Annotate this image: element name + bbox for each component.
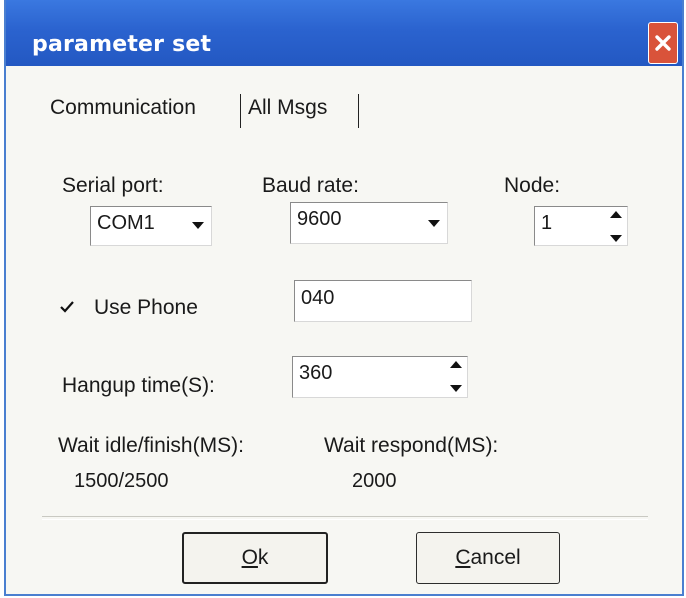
phone-number-input[interactable]: 040 bbox=[294, 280, 472, 322]
use-phone-label: Use Phone bbox=[94, 296, 198, 319]
separator bbox=[42, 516, 648, 520]
chevron-down-icon[interactable] bbox=[425, 213, 443, 235]
baud-rate-dropdown[interactable]: 9600 bbox=[290, 202, 448, 244]
close-button[interactable] bbox=[648, 22, 678, 64]
wait-respond-value: 2000 bbox=[352, 470, 397, 492]
close-icon bbox=[654, 34, 672, 52]
baud-rate-label: Baud rate: bbox=[262, 174, 359, 197]
node-value: 1 bbox=[541, 212, 553, 234]
spin-arrows-icon[interactable] bbox=[448, 361, 464, 393]
node-label: Node: bbox=[504, 174, 561, 197]
checkmark-icon bbox=[60, 301, 74, 313]
cancel-button-label: ancel bbox=[470, 546, 521, 569]
hangup-time-value: 360 bbox=[299, 362, 333, 384]
phone-number-value: 040 bbox=[301, 287, 335, 309]
node-spinner[interactable]: 1 bbox=[534, 206, 628, 246]
parameter-set-dialog: parameter set Communication All Msgs Ser… bbox=[4, 0, 684, 596]
chevron-down-icon[interactable] bbox=[189, 215, 207, 237]
tab-divider bbox=[358, 94, 359, 128]
hangup-time-label: Hangup time(S): bbox=[62, 374, 215, 397]
wait-respond-label: Wait respond(MS): bbox=[324, 434, 499, 457]
wait-idle-value: 1500/2500 bbox=[74, 470, 169, 492]
serial-port-dropdown[interactable]: COM1 bbox=[90, 206, 212, 246]
use-phone-checkbox[interactable] bbox=[60, 300, 74, 314]
tab-all-msgs[interactable]: All Msgs bbox=[248, 96, 327, 120]
ok-button-label: k bbox=[257, 546, 269, 569]
baud-rate-value: 9600 bbox=[297, 208, 342, 230]
ok-button-mnemonic: O bbox=[241, 546, 258, 569]
tab-communication[interactable]: Communication bbox=[50, 96, 196, 120]
window-title: parameter set bbox=[32, 32, 212, 57]
tab-divider bbox=[240, 94, 241, 128]
wait-idle-label: Wait idle/finish(MS): bbox=[58, 434, 244, 457]
ok-button[interactable]: Ok bbox=[182, 532, 328, 584]
serial-port-value: COM1 bbox=[97, 212, 155, 234]
spin-arrows-icon[interactable] bbox=[608, 211, 624, 243]
title-bar[interactable]: parameter set bbox=[6, 0, 682, 66]
cancel-button[interactable]: Cancel bbox=[416, 532, 560, 584]
serial-port-label: Serial port: bbox=[62, 174, 164, 197]
cancel-button-mnemonic: C bbox=[455, 546, 471, 569]
hangup-time-spinner[interactable]: 360 bbox=[292, 356, 468, 398]
